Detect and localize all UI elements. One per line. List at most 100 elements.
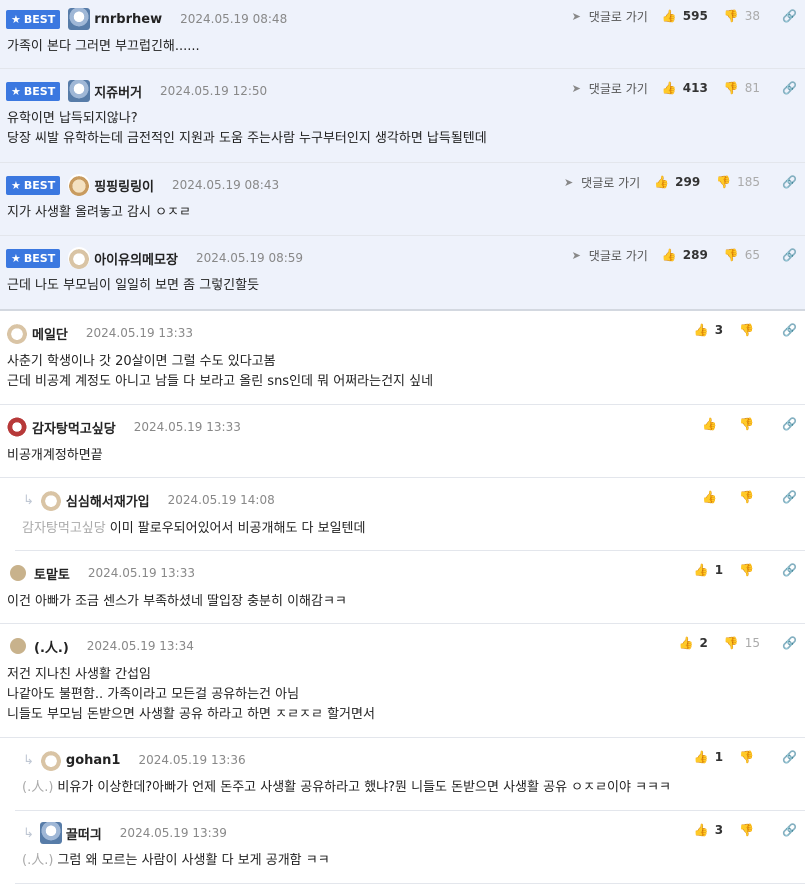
best-comment: ★ BEST 핑핑링링이 2024.05.19 08:43 ➤ 댓글로 가기 👍 29… — [0, 163, 805, 236]
comment-author[interactable]: gohan1 — [66, 753, 121, 768]
downvote-count: 185 — [737, 175, 761, 189]
thumbs-up-icon[interactable]: 👍 — [662, 9, 677, 23]
comment-date: 2024.05.19 12:50 — [160, 84, 268, 98]
comment-author[interactable]: 아이유의메모장 — [94, 249, 178, 268]
comment-author[interactable]: 토맡토 — [34, 564, 70, 583]
avatar[interactable] — [6, 416, 28, 438]
link-icon[interactable]: 🔗 — [782, 823, 797, 837]
comment-author[interactable]: 메일단 — [32, 324, 68, 343]
comment-author[interactable]: 심심해서재가입 — [66, 491, 150, 510]
thumbs-up-icon[interactable]: 👍 — [694, 823, 709, 837]
reply-target[interactable]: (.人.) — [22, 853, 53, 868]
go-to-comment-link[interactable]: 댓글로 가기 — [589, 247, 648, 264]
comment-author[interactable]: (.人.) — [34, 637, 69, 656]
thumbs-up-icon[interactable]: 👍 — [662, 81, 677, 95]
comment-author[interactable]: 지쥬버거 — [94, 82, 142, 101]
comment: 토맡토 2024.05.19 13:33 👍 1 👎 🔗 이건 아빠가 조금 센스… — [0, 551, 805, 624]
thumbs-down-icon[interactable]: 👎 — [724, 636, 739, 650]
avatar[interactable] — [68, 8, 91, 30]
thumbs-down-icon[interactable]: 👎 — [739, 823, 754, 837]
best-comment: ★ BEST rnrbrhew 2024.05.19 08:48 ➤ 댓글로 가기 … — [0, 0, 805, 69]
link-icon[interactable]: 🔗 — [782, 323, 797, 337]
best-comment: ★ BEST 아이유의메모장 2024.05.19 08:59 ➤ 댓글로 가기 👍… — [0, 236, 805, 311]
avatar[interactable] — [39, 489, 62, 511]
comment-date: 2024.05.19 13:33 — [85, 326, 193, 340]
comment-author[interactable]: 끌떠긔 — [66, 824, 102, 843]
downvote-count: 38 — [744, 9, 761, 23]
comment-date: 2024.05.19 08:59 — [195, 251, 304, 265]
avatar[interactable] — [10, 638, 26, 654]
upvote-count: 289 — [682, 248, 708, 262]
thumbs-up-icon[interactable]: 👍 — [679, 636, 694, 650]
thumbs-down-icon[interactable]: 👎 — [739, 490, 754, 504]
comment-body: 비공개계정하면끝 — [7, 448, 103, 463]
reply-arrow-icon: ↳ — [23, 492, 34, 508]
star-icon: ★ — [11, 178, 21, 192]
avatar[interactable] — [10, 565, 26, 581]
avatar[interactable] — [39, 822, 62, 844]
comment-body: 이건 아빠가 조금 센스가 부족하셨네 딸입장 충분히 이해감ㅋㅋ — [7, 594, 347, 609]
thumbs-up-icon[interactable]: 👍 — [702, 490, 717, 504]
thumbs-up-icon[interactable]: 👍 — [662, 248, 677, 262]
avatar[interactable] — [68, 174, 91, 196]
reply-comment: ↳ 심심해서재가입 2024.05.19 14:08 👍 👎 🔗 감자탕먹고싶당… — [15, 478, 805, 551]
thumbs-down-icon[interactable]: 👎 — [724, 81, 739, 95]
comment-author[interactable]: 감자탕먹고싶당 — [32, 418, 116, 437]
avatar[interactable] — [68, 80, 91, 102]
go-to-comment-icon[interactable]: ➤ — [572, 10, 581, 23]
thumbs-down-icon[interactable]: 👎 — [739, 750, 754, 764]
link-icon[interactable]: 🔗 — [782, 175, 797, 189]
comment-body: 지가 사생활 올려놓고 감시 ㅇㅈㄹ — [7, 205, 191, 220]
upvote-count: 595 — [682, 9, 708, 23]
comment-body: 근데 나도 부모님이 일일히 보면 좀 그렇긴할듯 — [7, 278, 260, 293]
thumbs-up-icon[interactable]: 👍 — [694, 563, 709, 577]
star-icon: ★ — [11, 84, 21, 98]
comment-author[interactable]: 핑핑링링이 — [94, 176, 154, 195]
thumbs-down-icon[interactable]: 👎 — [724, 248, 739, 262]
link-icon[interactable]: 🔗 — [782, 9, 797, 23]
thumbs-down-icon[interactable]: 👎 — [739, 563, 754, 577]
link-icon[interactable]: 🔗 — [782, 490, 797, 504]
comment-date: 2024.05.19 13:39 — [119, 826, 227, 840]
comment-body: (.人.) 그럼 왜 모르는 사람이 사생활 다 보게 공개함 ㅋㅋ — [22, 853, 330, 868]
go-to-comment-icon[interactable]: ➤ — [572, 249, 581, 262]
reply-target[interactable]: 감자탕먹고싶당 — [22, 521, 106, 536]
go-to-comment-link[interactable]: 댓글로 가기 — [589, 8, 648, 25]
downvote-count: 81 — [744, 81, 761, 95]
link-icon[interactable]: 🔗 — [782, 417, 797, 431]
link-icon[interactable]: 🔗 — [782, 636, 797, 650]
comment-date: 2024.05.19 13:34 — [86, 639, 194, 653]
comment-date: 2024.05.19 08:43 — [172, 178, 280, 192]
comment-body: 감자탕먹고싶당 이미 팔로우되어있어서 비공개해도 다 보일텐데 — [22, 521, 366, 536]
reply-arrow-icon: ↳ — [23, 752, 34, 768]
link-icon[interactable]: 🔗 — [782, 248, 797, 262]
best-badge: ★ BEST — [6, 248, 61, 268]
comment-date: 2024.05.19 13:33 — [133, 420, 241, 434]
thumbs-down-icon[interactable]: 👎 — [739, 417, 754, 431]
link-icon[interactable]: 🔗 — [782, 563, 797, 577]
reply-comment: ↳ 끌떠긔 2024.05.19 13:39 👍 3 👎 🔗 (.人.) 그럼 왜 … — [15, 811, 805, 884]
link-icon[interactable]: 🔗 — [782, 750, 797, 764]
thumbs-up-icon[interactable]: 👍 — [654, 175, 669, 189]
thumbs-up-icon[interactable]: 👍 — [694, 750, 709, 764]
thumbs-up-icon[interactable]: 👍 — [694, 323, 709, 337]
star-icon: ★ — [11, 251, 21, 265]
reply-target[interactable]: (.人.) — [22, 780, 53, 795]
thumbs-down-icon[interactable]: 👎 — [739, 323, 754, 337]
comment-author[interactable]: rnrbrhew — [94, 12, 162, 27]
thumbs-up-icon[interactable]: 👍 — [702, 417, 717, 431]
best-badge: ★ BEST — [6, 81, 61, 101]
avatar[interactable] — [39, 749, 62, 771]
star-icon: ★ — [11, 12, 21, 26]
thumbs-down-icon[interactable]: 👎 — [724, 9, 739, 23]
thumbs-down-icon[interactable]: 👎 — [716, 175, 731, 189]
go-to-comment-icon[interactable]: ➤ — [572, 82, 581, 95]
go-to-comment-link[interactable]: 댓글로 가기 — [581, 174, 640, 191]
avatar[interactable] — [6, 322, 28, 344]
avatar[interactable] — [68, 247, 91, 269]
upvote-count: 1 — [714, 563, 724, 577]
go-to-comment-link[interactable]: 댓글로 가기 — [589, 80, 648, 97]
go-to-comment-icon[interactable]: ➤ — [564, 176, 573, 189]
comment-date: 2024.05.19 13:36 — [138, 753, 246, 767]
link-icon[interactable]: 🔗 — [782, 81, 797, 95]
